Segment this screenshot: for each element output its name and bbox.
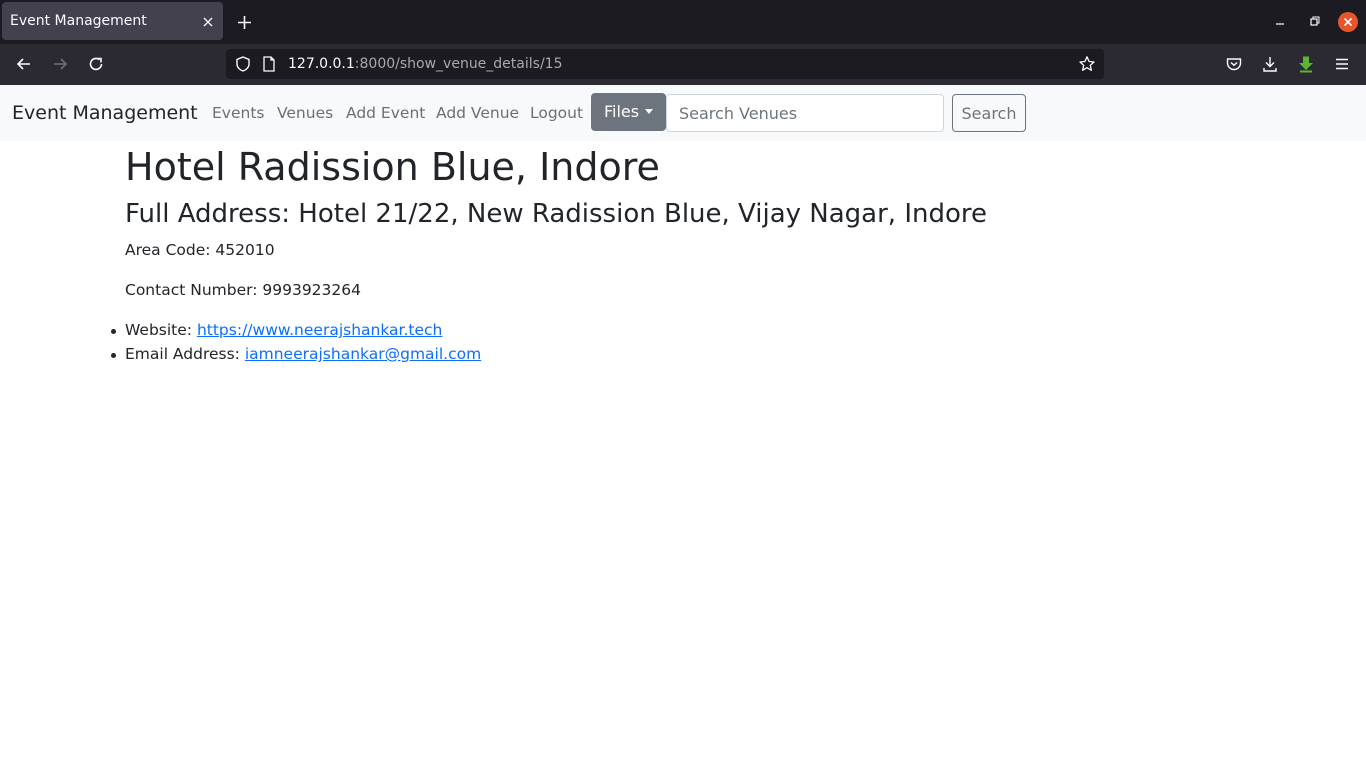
nav-link-venues[interactable]: Venues xyxy=(277,104,333,122)
venue-contact-list: Website: https://www.neerajshankar.tech … xyxy=(111,321,481,369)
email-link[interactable]: iamneerajshankar@gmail.com xyxy=(245,345,481,363)
window-close-button[interactable] xyxy=(1338,12,1358,32)
area-code-text: Area Code: 452010 xyxy=(125,241,275,259)
browser-tab[interactable]: Event Management xyxy=(2,2,223,40)
green-download-icon[interactable] xyxy=(1297,55,1315,73)
reload-icon[interactable] xyxy=(87,55,105,73)
venue-address-heading: Full Address: Hotel 21/22, New Radission… xyxy=(125,199,987,229)
star-icon[interactable] xyxy=(1078,55,1096,73)
bullet-icon xyxy=(111,353,116,358)
search-button[interactable]: Search xyxy=(952,94,1026,132)
caret-down-icon xyxy=(645,109,653,114)
url-host: 127.0.0.1 xyxy=(288,56,355,72)
site-navbar: Event Management Events Venues Add Event… xyxy=(0,85,1366,141)
close-icon xyxy=(1343,17,1353,27)
email-label: Email Address: xyxy=(125,345,240,363)
website-link[interactable]: https://www.neerajshankar.tech xyxy=(197,321,442,339)
contact-number-text: Contact Number: 9993923264 xyxy=(125,281,361,299)
tracking-protection-icon[interactable] xyxy=(234,55,252,73)
bullet-icon xyxy=(111,329,116,334)
minimize-icon[interactable] xyxy=(1272,13,1288,29)
close-tab-icon[interactable] xyxy=(200,14,216,30)
nav-link-add-event[interactable]: Add Event xyxy=(346,104,425,122)
page-icon[interactable] xyxy=(261,55,277,73)
nav-link-logout[interactable]: Logout xyxy=(530,104,583,122)
list-item-website: Website: https://www.neerajshankar.tech xyxy=(111,321,481,345)
search-venues-input[interactable] xyxy=(666,94,944,132)
files-dropdown-button[interactable]: Files xyxy=(591,93,666,131)
browser-tabstrip: Event Management xyxy=(0,0,1366,44)
new-tab-icon[interactable] xyxy=(236,14,253,31)
browser-toolbar: 127.0.0.1:8000/show_venue_details/15 xyxy=(0,44,1366,85)
pocket-icon[interactable] xyxy=(1225,55,1243,73)
arrow-left-icon[interactable] xyxy=(15,55,33,73)
files-dropdown-label: Files xyxy=(604,102,640,121)
address-bar[interactable]: 127.0.0.1:8000/show_venue_details/15 xyxy=(226,49,1104,79)
url-path: :8000/show_venue_details/15 xyxy=(354,56,563,72)
hamburger-menu-icon[interactable] xyxy=(1333,55,1351,73)
arrow-right-icon[interactable] xyxy=(51,55,69,73)
nav-link-events[interactable]: Events xyxy=(212,104,264,122)
restore-icon[interactable] xyxy=(1306,13,1322,29)
download-icon[interactable] xyxy=(1261,55,1279,73)
tab-title: Event Management xyxy=(10,13,147,29)
list-item-email: Email Address: iamneerajshankar@gmail.co… xyxy=(111,345,481,369)
navbar-brand[interactable]: Event Management xyxy=(12,102,198,124)
venue-name-heading: Hotel Radission Blue, Indore xyxy=(125,145,660,189)
url-text[interactable]: 127.0.0.1:8000/show_venue_details/15 xyxy=(288,56,562,72)
nav-link-add-venue[interactable]: Add Venue xyxy=(436,104,519,122)
website-label: Website: xyxy=(125,321,193,339)
